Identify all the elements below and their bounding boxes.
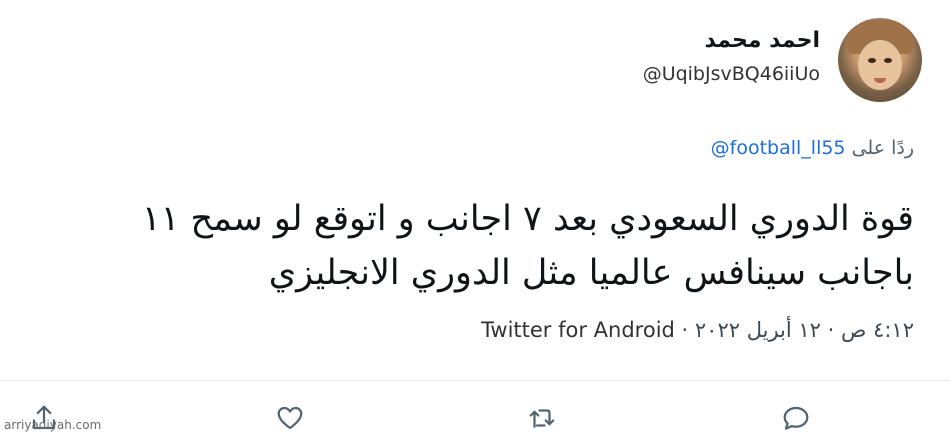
retweet-icon [529, 409, 555, 428]
user-handle[interactable]: @UqibJsvBQ46iiUo [643, 63, 820, 85]
avatar-eye [884, 58, 892, 63]
watermark: arriyadiyah.com [4, 418, 102, 432]
meta-separator: · [820, 318, 841, 342]
meta-separator: · [674, 318, 695, 342]
heart-icon [277, 406, 303, 430]
like-button[interactable] [272, 400, 308, 436]
retweet-button[interactable] [524, 400, 560, 436]
display-name[interactable]: احمد محمد [705, 28, 820, 53]
tweet-source[interactable]: Twitter for Android [481, 318, 675, 342]
tweet-date[interactable]: ١٢ أبريل ٢٠٢٢ [695, 318, 821, 342]
reply-prefix: ردًا على [851, 137, 914, 159]
tweet-time[interactable]: ٤:١٢ ص [841, 318, 914, 342]
reply-button[interactable] [778, 400, 814, 436]
avatar[interactable] [838, 18, 922, 102]
reply-icon [783, 406, 809, 430]
tweet-meta: ٤:١٢ ص · ١٢ أبريل ٢٠٢٢ · Twitter for And… [481, 318, 914, 342]
avatar-eye [868, 58, 876, 63]
tweet-text: قوة الدوري السعودي بعد ٧ اجانب و اتوقع ل… [141, 199, 914, 293]
reply-context: ردًا على @football_ll55 [711, 137, 914, 159]
divider [0, 380, 950, 381]
reply-mention-link[interactable]: @football_ll55 [711, 137, 846, 159]
